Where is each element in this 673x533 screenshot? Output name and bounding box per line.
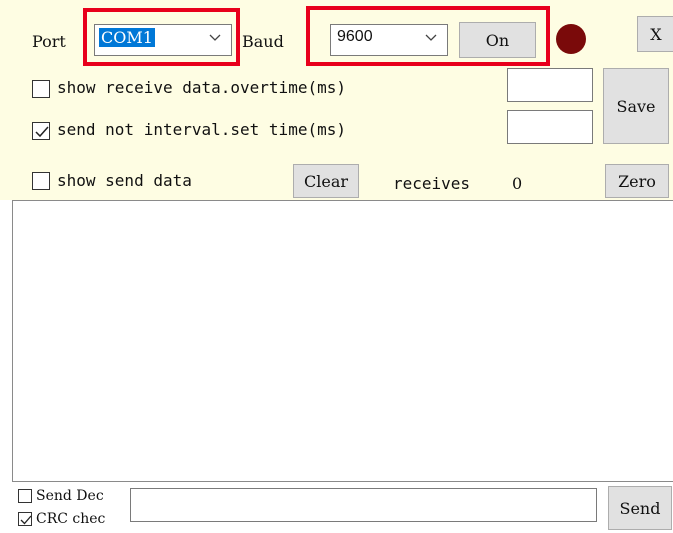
port-label: Port (32, 32, 66, 51)
send-button[interactable]: Send (608, 486, 672, 530)
baud-label: Baud (242, 32, 284, 51)
set-time-input[interactable] (507, 110, 593, 144)
send-dec-label: Send Dec (36, 488, 104, 504)
show-send-checkbox[interactable] (32, 172, 50, 190)
show-receive-label: show receive data.overtime(ms) (57, 78, 346, 97)
status-indicator-led (556, 24, 586, 54)
send-dec-checkbox[interactable] (18, 489, 32, 503)
crc-check-label: CRC chec (36, 511, 106, 527)
show-receive-checkbox[interactable] (32, 80, 50, 98)
clear-button[interactable]: Clear (293, 164, 359, 198)
port-highlight (83, 8, 240, 66)
zero-button[interactable]: Zero (605, 164, 669, 198)
send-not-interval-checkbox[interactable] (32, 122, 50, 140)
crc-check-checkbox[interactable] (18, 512, 32, 526)
check-icon (35, 126, 49, 138)
close-button[interactable]: X (637, 16, 673, 52)
baud-highlight (306, 6, 550, 66)
receives-count: 0 (512, 174, 523, 193)
receive-text-area[interactable] (12, 200, 673, 482)
show-send-label: show send data (57, 171, 192, 190)
save-button[interactable]: Save (603, 68, 669, 144)
send-not-interval-label: send not interval.set time(ms) (57, 120, 346, 139)
send-input[interactable] (130, 488, 597, 522)
overtime-input[interactable] (507, 68, 593, 102)
check-icon (20, 515, 32, 525)
receives-label: receives (393, 174, 471, 193)
